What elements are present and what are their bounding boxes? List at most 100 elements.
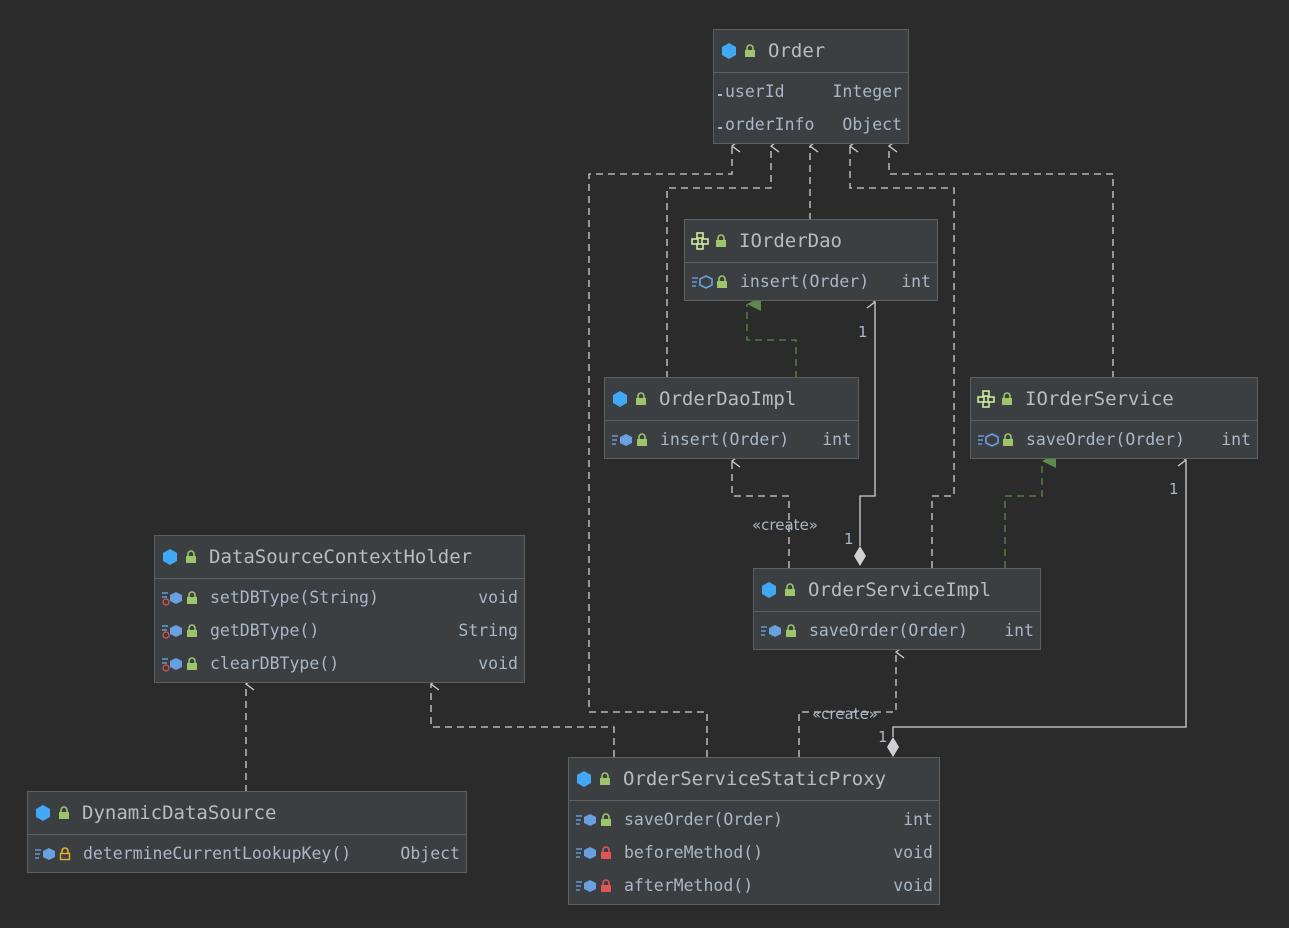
protected-lock-icon: [59, 846, 71, 860]
class-icon: [36, 805, 50, 821]
interface-iorderdao[interactable]: IOrderDao insert(Order) int: [684, 219, 938, 301]
class-icon: [577, 771, 591, 787]
class-header: DataSourceContextHolder: [155, 536, 524, 579]
lock-icon: [601, 812, 611, 826]
method-row[interactable]: determineCurrentLookupKey() Object: [28, 837, 466, 870]
method-row[interactable]: insert(Order) int: [605, 423, 858, 456]
method-row[interactable]: insert(Order) int: [685, 265, 937, 298]
lock-icon: [600, 772, 610, 785]
method-row[interactable]: beforeMethod() void: [569, 836, 939, 869]
class-icon: [762, 582, 776, 598]
lock-icon: [187, 590, 197, 604]
dep-proxy-to-datasourcecontextholder: [431, 684, 615, 757]
method-type: void: [893, 876, 933, 895]
method-icon: [761, 624, 781, 637]
field-row[interactable]: userId Integer: [714, 75, 908, 108]
class-order[interactable]: Order userId Integer orderInfo Object: [713, 29, 909, 144]
method-row[interactable]: afterMethod() void: [569, 869, 939, 902]
class-datasourcecontextholder[interactable]: DataSourceContextHolder setDBType(String…: [154, 535, 525, 683]
create-orderserviceimpl-to-orderdaoimpl: [732, 461, 790, 568]
method-name: saveOrder(Order): [809, 621, 968, 640]
lock-icon: [187, 623, 197, 637]
lock-icon: [637, 432, 647, 446]
method-name: setDBType(String): [210, 588, 379, 607]
method-row[interactable]: getDBType() String: [155, 614, 524, 647]
method-name: saveOrder(Order): [624, 810, 783, 829]
method-type: int: [822, 430, 852, 449]
method-name: insert(Order): [740, 272, 870, 291]
method-type: int: [903, 810, 933, 829]
class-header: IOrderService: [971, 378, 1257, 421]
method-row[interactable]: clearDBType() void: [155, 647, 524, 680]
lock-icon: [1003, 432, 1013, 446]
create-label-1: «create»: [752, 516, 818, 534]
static-method-icon: [162, 657, 182, 672]
method-icon: [576, 879, 596, 892]
field-name: orderInfo: [725, 115, 815, 134]
class-header: OrderDaoImpl: [605, 378, 858, 421]
method-type: void: [893, 843, 933, 862]
field-row[interactable]: orderInfo Object: [714, 108, 908, 141]
method-name: getDBType(): [210, 621, 320, 640]
diamond-proxy: [887, 737, 899, 757]
lock-icon: [786, 623, 796, 637]
class-title: Order: [768, 40, 826, 62]
method-name: insert(Order): [660, 430, 790, 449]
lock-icon: [716, 234, 726, 247]
class-dynamicdatasource[interactable]: DynamicDataSource determineCurrentLookup…: [27, 791, 467, 873]
method-name: saveOrder(Order): [1026, 430, 1185, 449]
multiplicity-orderserviceimpl: 1: [844, 530, 854, 548]
class-header: Order: [714, 30, 908, 73]
class-icon: [722, 43, 736, 59]
method-type: int: [1004, 621, 1034, 640]
method-row[interactable]: saveOrder(Order) int: [971, 423, 1257, 456]
method-type: int: [1221, 430, 1251, 449]
class-title: OrderServiceStaticProxy: [623, 768, 887, 790]
method-icon: [576, 846, 596, 859]
lock-icon: [717, 274, 727, 288]
interface-icon: [691, 232, 709, 250]
lock-icon: [186, 550, 196, 563]
class-title: DynamicDataSource: [82, 802, 277, 824]
class-orderdaoimpl[interactable]: OrderDaoImpl insert(Order) int: [604, 377, 859, 459]
lock-icon: [636, 392, 646, 405]
create-label-2: «create»: [812, 705, 878, 723]
class-icon: [613, 391, 627, 407]
class-title: OrderServiceImpl: [808, 579, 992, 601]
multiplicity-proxy: 1: [878, 728, 888, 746]
method-row[interactable]: saveOrder(Order) int: [754, 614, 1040, 647]
class-title: OrderDaoImpl: [659, 388, 797, 410]
lock-icon: [59, 806, 69, 819]
static-method-icon: [162, 591, 182, 606]
class-icon: [163, 549, 177, 565]
field-name: userId: [725, 82, 785, 101]
method-type: Object: [400, 844, 460, 863]
class-orderservicestaticproxy[interactable]: OrderServiceStaticProxy saveOrder(Order)…: [568, 757, 940, 905]
method-type: void: [478, 588, 518, 607]
method-row[interactable]: saveOrder(Order) int: [569, 803, 939, 836]
realize-orderserviceimpl-iorderservice: [1004, 454, 1056, 568]
method-name: afterMethod(): [624, 876, 754, 895]
dep-orderserviceimpl-to-order: [850, 146, 955, 568]
method-row[interactable]: setDBType(String) void: [155, 581, 524, 614]
class-header: OrderServiceImpl: [754, 569, 1040, 612]
class-header: DynamicDataSource: [28, 792, 466, 835]
class-orderserviceimpl[interactable]: OrderServiceImpl saveOrder(Order) int: [753, 568, 1041, 650]
method-name: clearDBType(): [210, 654, 340, 673]
method-name: determineCurrentLookupKey(): [83, 844, 352, 863]
field-icon: [718, 126, 722, 129]
method-type: String: [458, 621, 518, 640]
multiplicity-iorderservice: 1: [1169, 480, 1179, 498]
static-method-icon: [162, 624, 182, 639]
class-header: OrderServiceStaticProxy: [569, 758, 939, 801]
diamond-orderserviceimpl: [854, 546, 866, 566]
field-type: Object: [842, 115, 902, 134]
interface-icon: [977, 390, 995, 408]
interface-iorderservice[interactable]: IOrderService saveOrder(Order) int: [970, 377, 1258, 459]
abstract-method-icon: [978, 432, 999, 447]
class-title: IOrderDao: [739, 230, 842, 252]
method-icon: [576, 813, 596, 826]
lock-icon: [785, 583, 795, 596]
field-icon: [718, 93, 722, 96]
abstract-method-icon: [692, 274, 713, 289]
